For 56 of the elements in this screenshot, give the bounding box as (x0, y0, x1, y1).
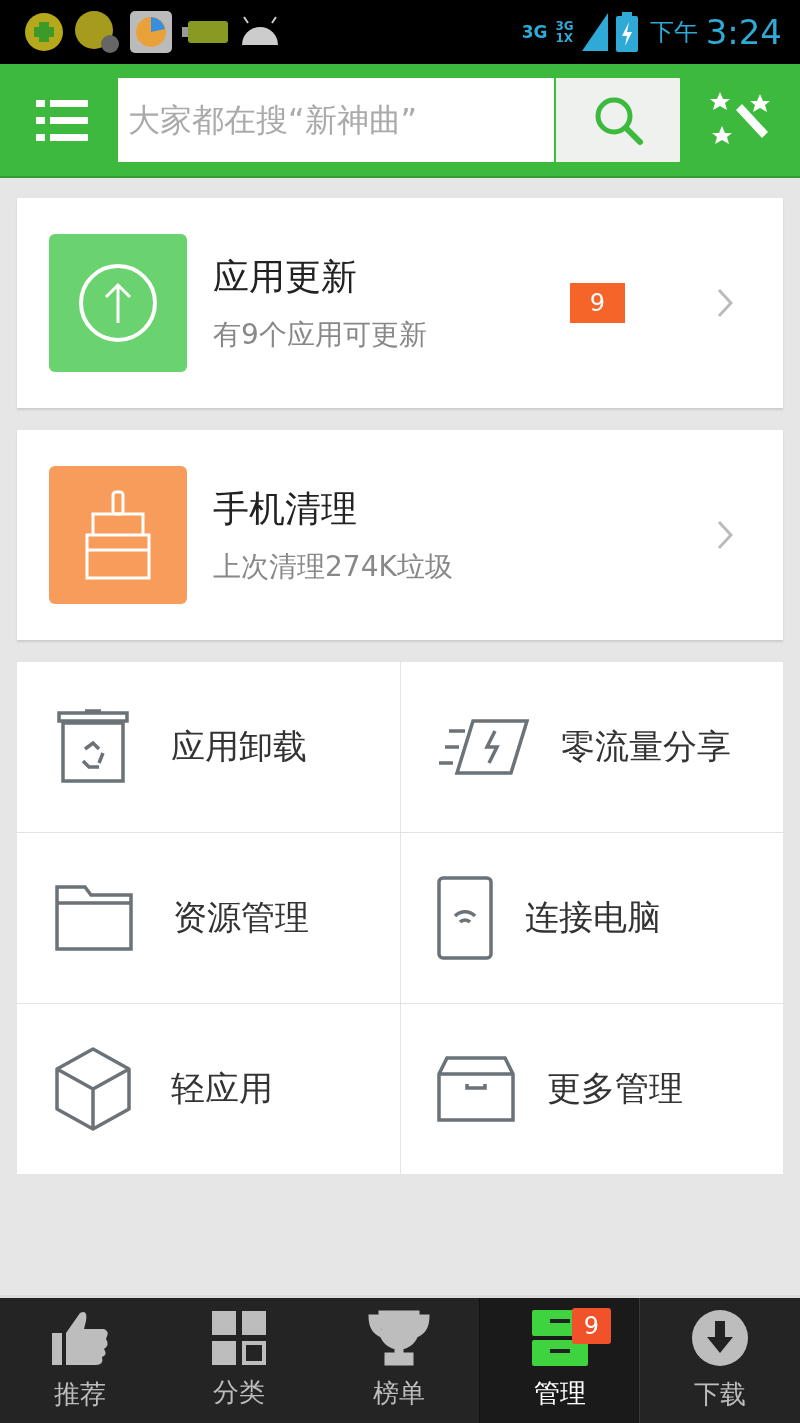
battery-app-icon (182, 20, 228, 44)
download-icon (691, 1309, 750, 1367)
card-background[interactable]: 手机清理 上次清理274K垃圾 (17, 430, 783, 640)
grid-icon (212, 1311, 267, 1365)
battery-icon (615, 12, 638, 52)
tool-label: 连接电脑 (524, 896, 661, 939)
network-label: 3G (555, 20, 574, 32)
card-subtitle: 上次清理274K垃圾 (213, 548, 454, 585)
brush-icon (49, 466, 187, 604)
nav-tab[interactable]: 分类 (159, 1298, 320, 1423)
upload-icon (49, 234, 187, 372)
card-title: 应用更新 (213, 254, 358, 299)
nav-label: 榜单 (373, 1377, 425, 1410)
plus-badge-icon (24, 12, 64, 52)
tool-label: 应用卸载 (171, 725, 307, 768)
tool-item[interactable]: 零流量分享 (400, 662, 783, 832)
search-button[interactable] (556, 78, 680, 162)
search-field[interactable]: 大家都在搜“新神曲” (118, 78, 556, 162)
trophy-icon (368, 1310, 430, 1366)
tool-item[interactable]: 应用卸载 (17, 662, 400, 832)
card-subtitle: 有9个应用可更新 (213, 316, 428, 353)
tool-label: 资源管理 (173, 896, 309, 939)
tool-label: 零流量分享 (560, 725, 731, 768)
nav-tab[interactable]: 榜单 (319, 1298, 479, 1423)
chevron-icon (717, 288, 733, 318)
clock: 3:24 (705, 12, 782, 52)
tool-item[interactable]: 轻应用 (17, 1004, 400, 1174)
thumbs-up-icon (49, 1309, 110, 1367)
tool-label: 轻应用 (171, 1067, 273, 1110)
tool-item[interactable]: 资源管理 (17, 833, 400, 1003)
nav-label: 推荐 (53, 1378, 106, 1411)
chevron-icon (717, 520, 733, 550)
tool-item[interactable]: 更多管理 (400, 1004, 783, 1174)
nav-label: 管理 (533, 1377, 586, 1410)
nav-label: 分类 (213, 1376, 266, 1409)
nav-tab[interactable]: 推荐 (0, 1298, 160, 1423)
nav-tab[interactable]: 管理 9 (478, 1298, 641, 1423)
card-background[interactable]: 应用更新 有9个应用可更新 9 (17, 198, 783, 408)
card-title: 手机清理 (213, 486, 358, 531)
clock-period: 下午 (649, 17, 698, 48)
tool-item[interactable]: 连接电脑 (400, 833, 783, 1003)
drawer-box-icon (436, 1056, 515, 1122)
count-badge: 9 (571, 1308, 612, 1344)
nav-tab[interactable]: 下载 (640, 1298, 800, 1423)
folder-icon (55, 885, 133, 951)
count-badge: 9 (569, 283, 625, 323)
lightning-card-icon (436, 717, 529, 777)
trash-icon (55, 709, 131, 785)
tool-label: 更多管理 (546, 1067, 683, 1110)
phone-wifi-icon (436, 876, 493, 960)
cube-icon (55, 1047, 131, 1131)
nav-label: 下载 (694, 1378, 747, 1411)
network-label: 3G (521, 22, 548, 42)
menu-icon[interactable] (36, 98, 88, 142)
signal-icon (581, 13, 608, 51)
network-label: 1X (555, 32, 574, 44)
